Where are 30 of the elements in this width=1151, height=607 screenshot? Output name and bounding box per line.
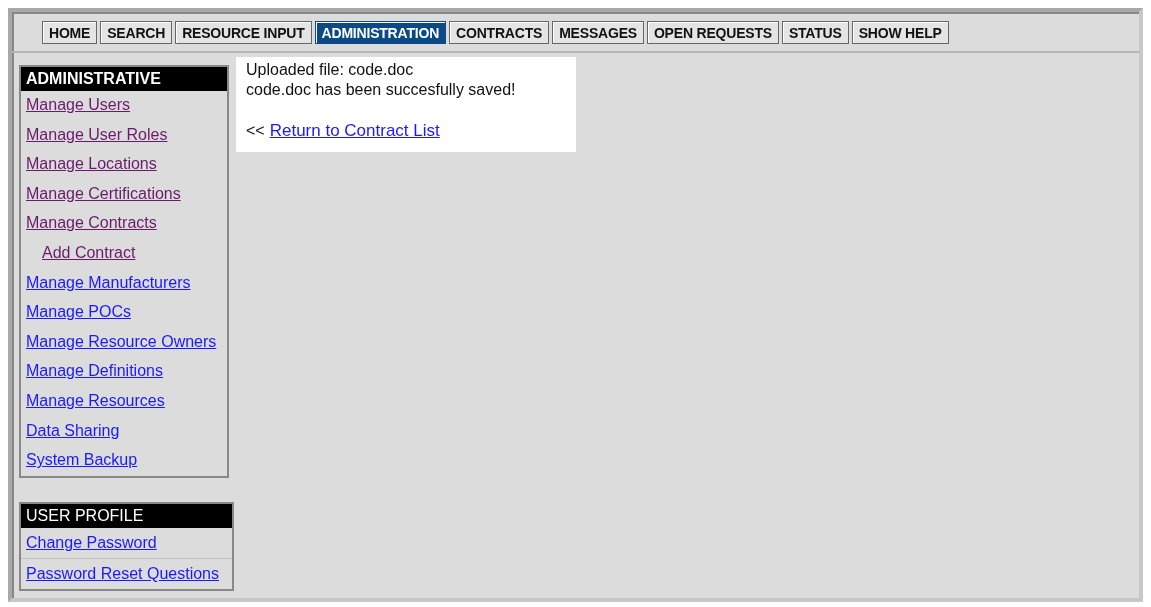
back-arrows: << bbox=[246, 121, 265, 141]
menu-link[interactable]: Add Contract bbox=[21, 238, 227, 269]
menu-link[interactable]: Manage Locations bbox=[21, 150, 227, 180]
menu-link[interactable]: Manage Resource Owners bbox=[21, 327, 227, 358]
menu-link[interactable]: Manage POCs bbox=[21, 298, 227, 328]
nav-tab[interactable]: RESOURCE INPUT bbox=[175, 21, 312, 44]
nav-tab[interactable]: MESSAGES bbox=[552, 21, 644, 44]
menu-link[interactable]: Data Sharing bbox=[21, 416, 227, 447]
menu-link[interactable]: Manage Contracts bbox=[21, 209, 227, 239]
menu-link[interactable]: Manage Certifications bbox=[21, 179, 227, 210]
menu-link[interactable]: Manage Resources bbox=[21, 386, 227, 417]
status-message: Uploaded file: code.doc bbox=[246, 60, 415, 80]
nav-tab[interactable]: ADMINISTRATION bbox=[314, 21, 447, 44]
return-link[interactable]: Return to Contract List bbox=[269, 120, 440, 142]
menu-header: ADMINISTRATIVE bbox=[21, 67, 227, 91]
menu-link[interactable]: Manage User Roles bbox=[21, 120, 227, 151]
nav-tab[interactable]: STATUS bbox=[781, 21, 849, 44]
nav-tab[interactable]: CONTRACTS bbox=[449, 21, 550, 44]
nav-tab[interactable]: SHOW HELP bbox=[851, 21, 949, 44]
nav-tab[interactable]: HOME bbox=[42, 21, 98, 44]
nav-tab[interactable]: OPEN REQUESTS bbox=[646, 21, 779, 44]
menu-header: USER PROFILE bbox=[21, 503, 232, 528]
menu-link[interactable]: Manage Definitions bbox=[21, 357, 227, 387]
menu-link[interactable]: Change Password bbox=[21, 527, 232, 558]
menu-link[interactable]: System Backup bbox=[21, 446, 227, 476]
nav-tab[interactable]: SEARCH bbox=[100, 21, 173, 44]
menu-link[interactable]: Manage Manufacturers bbox=[21, 268, 227, 299]
status-message: code.doc has been succesfully saved! bbox=[246, 80, 517, 100]
menu-link[interactable]: Manage Users bbox=[21, 91, 227, 121]
menu-link[interactable]: Password Reset Questions bbox=[21, 557, 232, 589]
